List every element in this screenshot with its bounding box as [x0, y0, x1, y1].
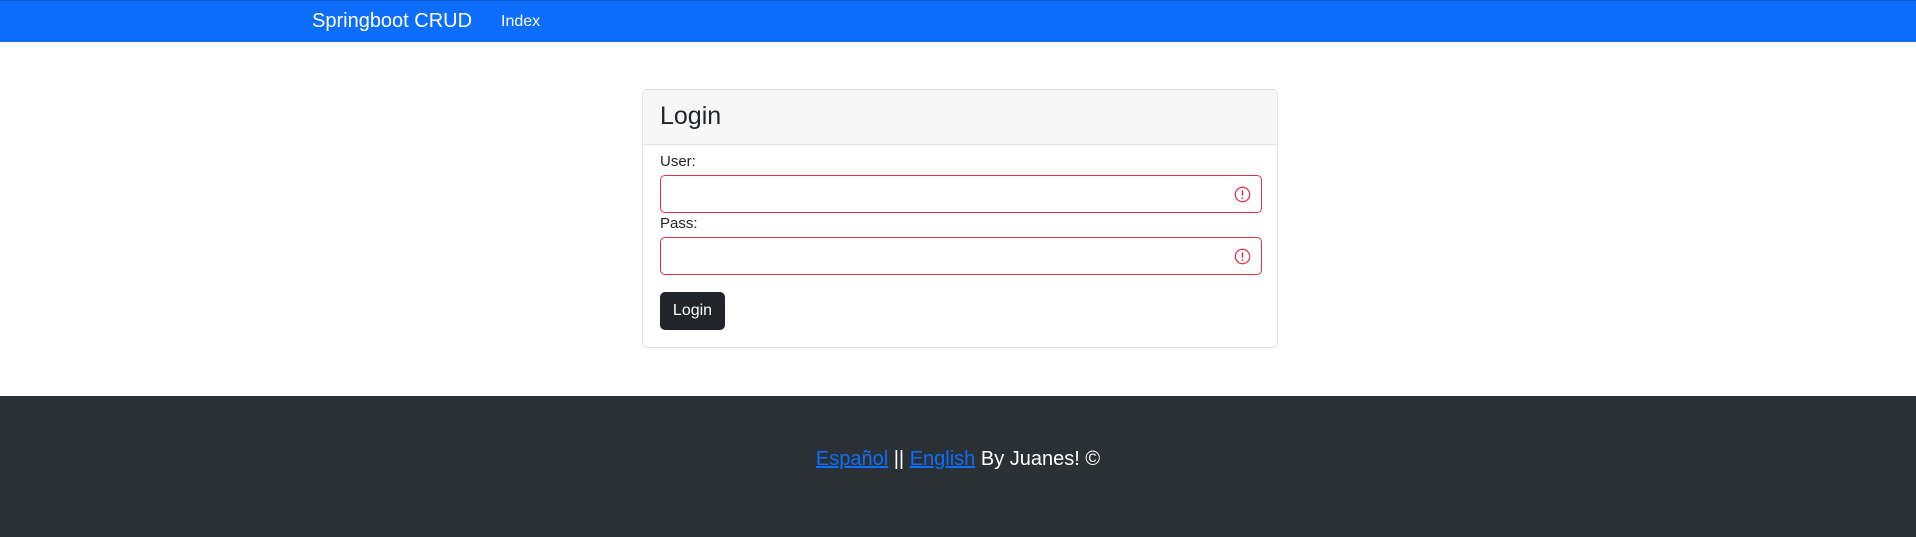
lang-en-link[interactable]: English — [910, 448, 976, 470]
footer: Español || English By Juanes! © — [0, 396, 1916, 537]
user-input[interactable] — [661, 176, 1261, 212]
card-title: Login — [660, 102, 722, 130]
top-navbar: Springboot CRUD Index — [0, 0, 1916, 42]
lang-separator: || — [893, 448, 905, 470]
exclamation-circle-icon — [1234, 186, 1251, 203]
nav-link-index[interactable]: Index — [501, 13, 540, 31]
login-card: Login User: Pass: Login — [642, 89, 1278, 348]
pass-label: Pass: — [660, 215, 698, 232]
lang-es-link[interactable]: Español — [816, 448, 888, 470]
navbar-brand[interactable]: Springboot CRUD — [312, 10, 472, 33]
footer-text: Español || English By Juanes! © — [0, 448, 1916, 471]
user-field-wrapper — [660, 175, 1262, 213]
login-button[interactable]: Login — [660, 292, 725, 330]
exclamation-circle-icon — [1234, 248, 1251, 265]
pass-input[interactable] — [661, 238, 1261, 274]
card-header: Login — [643, 90, 1277, 145]
footer-credit: By Juanes! © — [980, 448, 1101, 470]
pass-field-wrapper — [660, 237, 1262, 275]
user-label: User: — [660, 153, 696, 170]
